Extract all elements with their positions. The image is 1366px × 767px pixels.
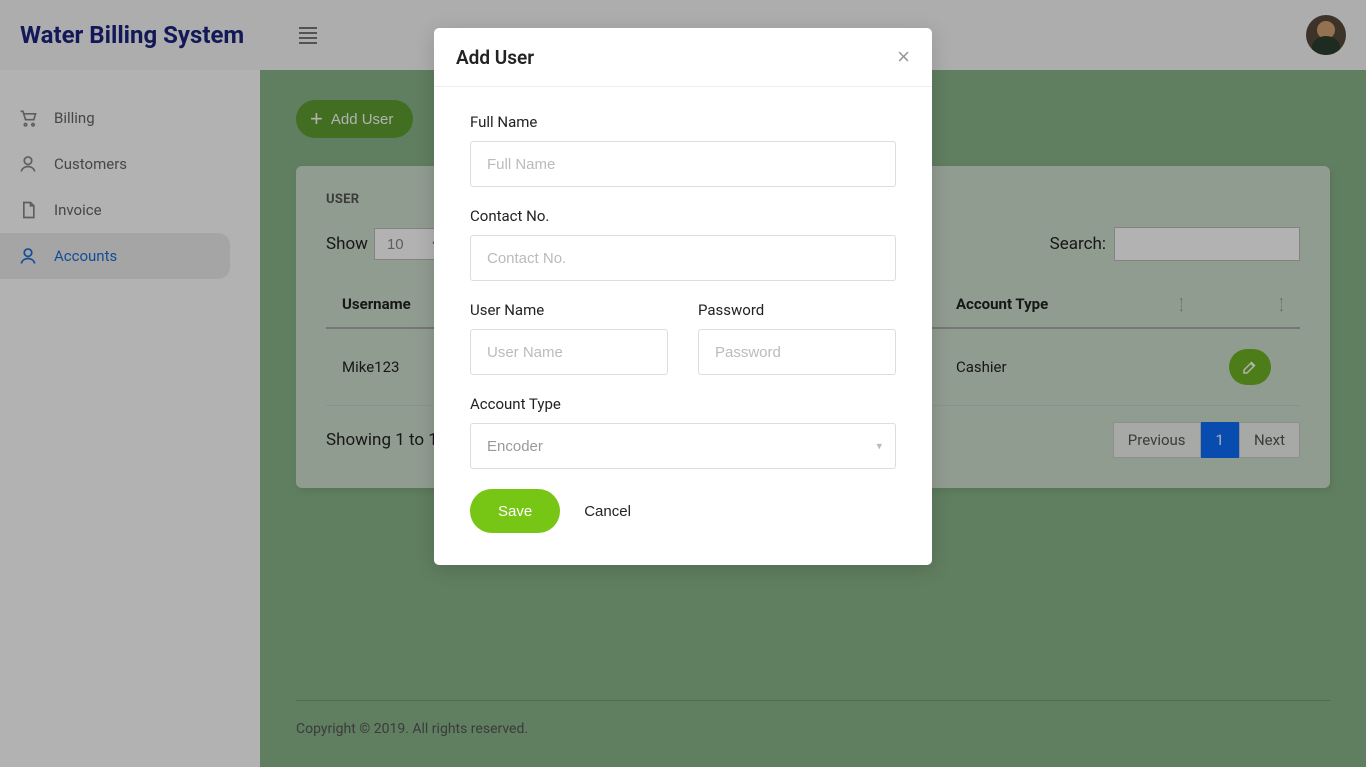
username-label: User Name [470, 301, 668, 319]
account-type-label: Account Type [470, 395, 896, 413]
form-group-account-type: Account Type Encoder [470, 395, 896, 469]
username-input[interactable] [470, 329, 668, 375]
form-group-password: Password [698, 301, 896, 375]
close-button[interactable]: × [897, 44, 910, 70]
modal-header: Add User × [434, 28, 932, 87]
save-button[interactable]: Save [470, 489, 560, 533]
fullname-input[interactable] [470, 141, 896, 187]
close-icon: × [897, 44, 910, 69]
form-group-fullname: Full Name [470, 113, 896, 187]
cancel-button[interactable]: Cancel [584, 503, 631, 520]
form-group-username: User Name [470, 301, 668, 375]
password-label: Password [698, 301, 896, 319]
account-type-select[interactable]: Encoder [470, 423, 896, 469]
contact-label: Contact No. [470, 207, 896, 225]
form-group-contact: Contact No. [470, 207, 896, 281]
account-type-select-wrap: Encoder [470, 423, 896, 469]
modal-body: Full Name Contact No. User Name Password… [434, 87, 932, 565]
add-user-modal: Add User × Full Name Contact No. User Na… [434, 28, 932, 565]
fullname-label: Full Name [470, 113, 896, 131]
modal-actions: Save Cancel [470, 489, 896, 533]
modal-title: Add User [456, 46, 534, 69]
password-input[interactable] [698, 329, 896, 375]
contact-input[interactable] [470, 235, 896, 281]
form-row-credentials: User Name Password [470, 301, 896, 395]
